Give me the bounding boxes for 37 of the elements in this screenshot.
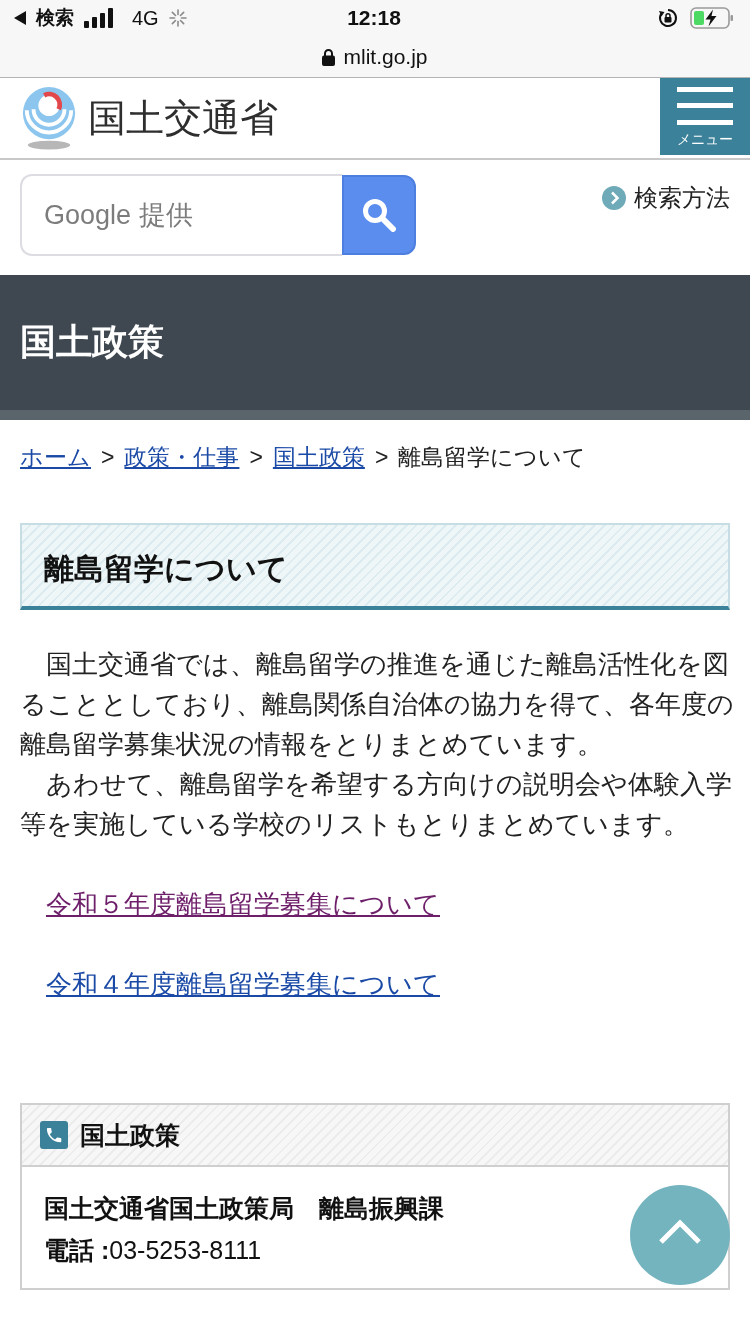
section-heading: 離島留学について: [20, 523, 730, 610]
back-to-app-link[interactable]: 検索: [14, 5, 74, 31]
signal-icon: [84, 8, 116, 28]
document-link[interactable]: 令和４年度離島留学募集について: [46, 969, 440, 999]
breadcrumb-current: 離島留学について: [398, 443, 587, 472]
search-field[interactable]: Google 提供: [20, 174, 342, 256]
network-label: 4G: [132, 6, 159, 30]
activity-spinner-icon: [168, 9, 187, 27]
breadcrumb-link[interactable]: 国土政策: [272, 442, 365, 472]
chevron-up-icon: [658, 1219, 702, 1245]
menu-button[interactable]: メニュー: [660, 78, 750, 155]
padlock-icon: [322, 47, 336, 66]
phone-icon: [40, 1121, 68, 1149]
breadcrumb-separator: >: [374, 443, 389, 472]
chevron-circle-icon: [602, 186, 626, 210]
orientation-lock-icon: [658, 8, 678, 28]
page-title: 国土政策: [20, 320, 164, 364]
breadcrumb-separator: >: [101, 443, 115, 472]
back-icon: [14, 11, 26, 25]
body-paragraph: あわせて、離島留学を希望する方向けの説明会や体験入学等を実施している学校のリストもとりまとめています。: [20, 768, 733, 841]
home-logo-link[interactable]: 国土交通省: [0, 78, 278, 158]
contact-title: 国土政策: [80, 1119, 180, 1151]
phone-number: 電話 :03-5253-8111: [44, 1235, 262, 1266]
breadcrumb-link[interactable]: ホーム: [20, 442, 91, 472]
body-paragraph: 国土交通省では、離島留学の推進を通じた離島活性化を図ることとしており、離島関係自治体の協力を得て、各年度の離島留学募集状況の情報をとりまとめています。: [20, 648, 735, 761]
search-help-link[interactable]: 検索方法: [602, 182, 730, 214]
emblem-icon: [20, 86, 78, 150]
breadcrumb-separator: >: [249, 443, 263, 472]
clock-time: 12:18: [347, 6, 401, 30]
battery-charging-icon: [690, 7, 734, 29]
menu-icon: [677, 87, 733, 125]
department-name: 国土交通省国土政策局 離島振興課: [44, 1193, 444, 1224]
breadcrumb-link[interactable]: 政策・仕事: [124, 442, 240, 472]
search-button[interactable]: [342, 175, 416, 255]
address-url[interactable]: mlit.go.jp: [343, 44, 428, 69]
search-icon: [362, 198, 396, 232]
document-link[interactable]: 令和５年度離島留学募集について: [46, 889, 440, 919]
